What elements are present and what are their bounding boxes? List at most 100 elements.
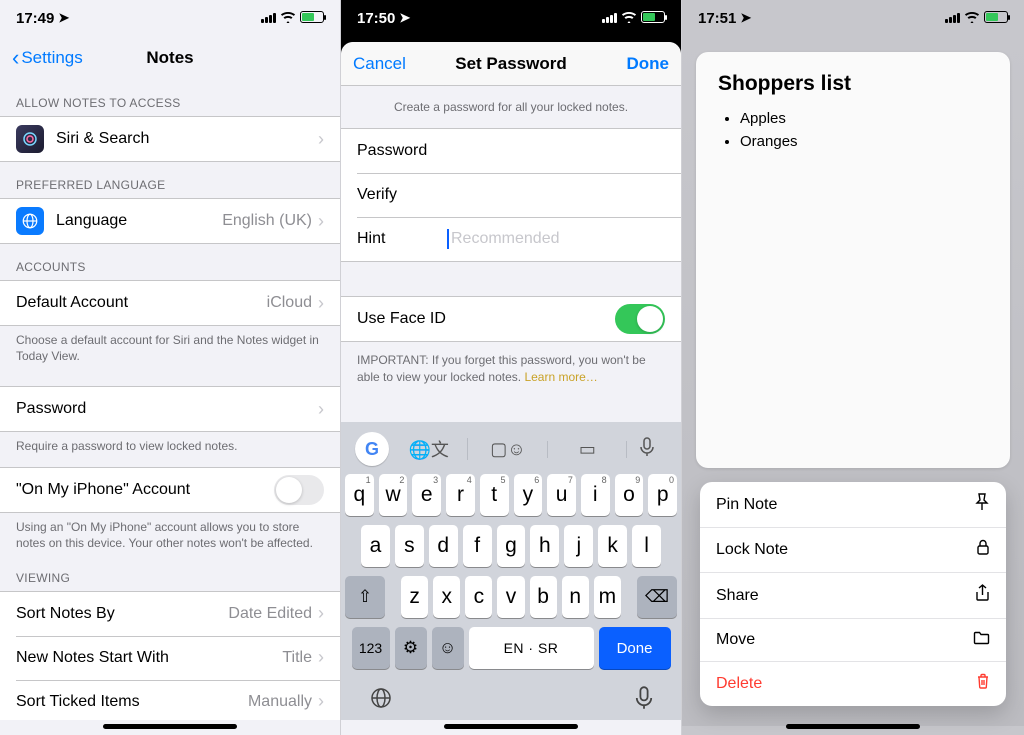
- menu-share[interactable]: Share: [700, 572, 1006, 618]
- row-label: Default Account: [16, 294, 267, 312]
- key-x[interactable]: x: [433, 576, 460, 618]
- learn-more-link[interactable]: Learn more…: [524, 370, 597, 384]
- keyboard-suggestions: G 🌐文 ▢☺ ▭: [345, 428, 677, 474]
- translate-icon[interactable]: 🌐文: [389, 436, 468, 462]
- cellular-icon: [945, 13, 960, 23]
- keyboard: G 🌐文 ▢☺ ▭ q1w2e3r4t5y6u7i8o9p0 asdfghjkl…: [341, 422, 681, 720]
- menu-label: Pin Note: [716, 496, 777, 514]
- row-language[interactable]: Language English (UK) ›: [0, 199, 340, 243]
- row-use-face-id[interactable]: Use Face ID: [341, 297, 681, 341]
- menu-move[interactable]: Move: [700, 618, 1006, 661]
- row-label: Sort Ticked Items: [16, 693, 248, 711]
- key-o[interactable]: o9: [615, 474, 644, 516]
- status-bar: 17:50 ➤: [341, 0, 681, 36]
- space-key[interactable]: EN · SR: [469, 627, 594, 669]
- row-hint[interactable]: Hint: [341, 217, 681, 261]
- note-preview-card[interactable]: Shoppers list ApplesOranges: [696, 52, 1010, 468]
- gif-icon[interactable]: ▢☺: [468, 439, 547, 460]
- key-n[interactable]: n: [562, 576, 589, 618]
- location-icon: ➤: [399, 10, 410, 26]
- row-sort-notes-by[interactable]: Sort Notes By Date Edited ›: [0, 592, 340, 636]
- screen-notes-settings: 17:49 ➤ ‹ Settings Notes ALLOW NOTES TO …: [0, 0, 341, 735]
- row-value: iCloud: [267, 294, 312, 312]
- row-password[interactable]: Password ›: [0, 387, 340, 431]
- numbers-key[interactable]: 123: [352, 627, 390, 669]
- mic-icon[interactable]: [627, 437, 667, 462]
- key-s[interactable]: s: [395, 525, 424, 567]
- key-i[interactable]: i8: [581, 474, 610, 516]
- row-siri-search[interactable]: Siri & Search ›: [0, 117, 340, 161]
- row-password[interactable]: Password: [341, 129, 681, 173]
- row-verify[interactable]: Verify: [341, 173, 681, 217]
- section-header-language: PREFERRED LANGUAGE: [0, 162, 340, 198]
- key-j[interactable]: j: [564, 525, 593, 567]
- key-z[interactable]: z: [401, 576, 428, 618]
- key-l[interactable]: l: [632, 525, 661, 567]
- key-p[interactable]: p0: [648, 474, 677, 516]
- key-d[interactable]: d: [429, 525, 458, 567]
- share-icon: [975, 584, 990, 607]
- dictation-key[interactable]: [635, 686, 653, 716]
- globe-key[interactable]: [369, 686, 393, 716]
- battery-icon: [984, 10, 1008, 27]
- row-label: Siri & Search: [56, 130, 318, 148]
- key-r[interactable]: r4: [446, 474, 475, 516]
- row-value: English (UK): [222, 212, 312, 230]
- location-icon: ➤: [58, 10, 69, 26]
- row-on-my-iphone[interactable]: "On My iPhone" Account: [0, 468, 340, 512]
- emoji-key[interactable]: ☺: [432, 627, 464, 669]
- key-q[interactable]: q1: [345, 474, 374, 516]
- status-time: 17:50: [357, 10, 395, 27]
- settings-key[interactable]: ⚙: [395, 627, 427, 669]
- hint-input[interactable]: [451, 230, 665, 248]
- verify-input[interactable]: [447, 186, 665, 204]
- field-label: Hint: [357, 230, 447, 248]
- chevron-right-icon: ›: [318, 293, 324, 314]
- wifi-icon: [280, 10, 296, 26]
- face-id-toggle[interactable]: [615, 304, 665, 334]
- text-cursor: [447, 229, 449, 249]
- key-u[interactable]: u7: [547, 474, 576, 516]
- row-new-notes-start[interactable]: New Notes Start With Title ›: [0, 636, 340, 680]
- chevron-right-icon: ›: [318, 129, 324, 150]
- chevron-right-icon: ›: [318, 647, 324, 668]
- key-h[interactable]: h: [530, 525, 559, 567]
- key-w[interactable]: w2: [379, 474, 408, 516]
- keyboard-done-key[interactable]: Done: [599, 627, 671, 669]
- shift-key[interactable]: ⇧: [345, 576, 385, 618]
- menu-pin-note[interactable]: Pin Note: [700, 482, 1006, 527]
- important-footer: IMPORTANT: If you forget this password, …: [341, 342, 681, 396]
- camera-icon[interactable]: ▭: [548, 439, 627, 460]
- back-label: Settings: [21, 48, 82, 68]
- cancel-button[interactable]: Cancel: [341, 42, 418, 86]
- key-k[interactable]: k: [598, 525, 627, 567]
- menu-delete[interactable]: Delete: [700, 661, 1006, 706]
- location-icon: ➤: [740, 10, 751, 26]
- modal-caption: Create a password for all your locked no…: [341, 86, 681, 128]
- on-my-iphone-toggle[interactable]: [274, 475, 324, 505]
- screen-set-password: 17:50 ➤ Cancel Set Password Done Create …: [341, 0, 682, 735]
- google-icon[interactable]: G: [355, 432, 389, 466]
- backspace-key[interactable]: ⌫: [637, 576, 677, 618]
- key-c[interactable]: c: [465, 576, 492, 618]
- key-f[interactable]: f: [463, 525, 492, 567]
- section-header-access: ALLOW NOTES TO ACCESS: [0, 80, 340, 116]
- back-button[interactable]: ‹ Settings: [0, 36, 95, 80]
- key-t[interactable]: t5: [480, 474, 509, 516]
- password-input[interactable]: [447, 142, 665, 160]
- key-g[interactable]: g: [497, 525, 526, 567]
- done-button[interactable]: Done: [615, 42, 682, 86]
- note-items: ApplesOranges: [718, 108, 988, 153]
- modal-navbar: Cancel Set Password Done: [341, 42, 681, 86]
- key-e[interactable]: e3: [412, 474, 441, 516]
- key-v[interactable]: v: [497, 576, 524, 618]
- row-sort-ticked[interactable]: Sort Ticked Items Manually ›: [0, 680, 340, 720]
- key-a[interactable]: a: [361, 525, 390, 567]
- key-m[interactable]: m: [594, 576, 621, 618]
- menu-lock-note[interactable]: Lock Note: [700, 527, 1006, 572]
- menu-label: Lock Note: [716, 541, 788, 559]
- row-default-account[interactable]: Default Account iCloud ›: [0, 281, 340, 325]
- key-b[interactable]: b: [530, 576, 557, 618]
- navbar: ‹ Settings Notes: [0, 36, 340, 80]
- key-y[interactable]: y6: [514, 474, 543, 516]
